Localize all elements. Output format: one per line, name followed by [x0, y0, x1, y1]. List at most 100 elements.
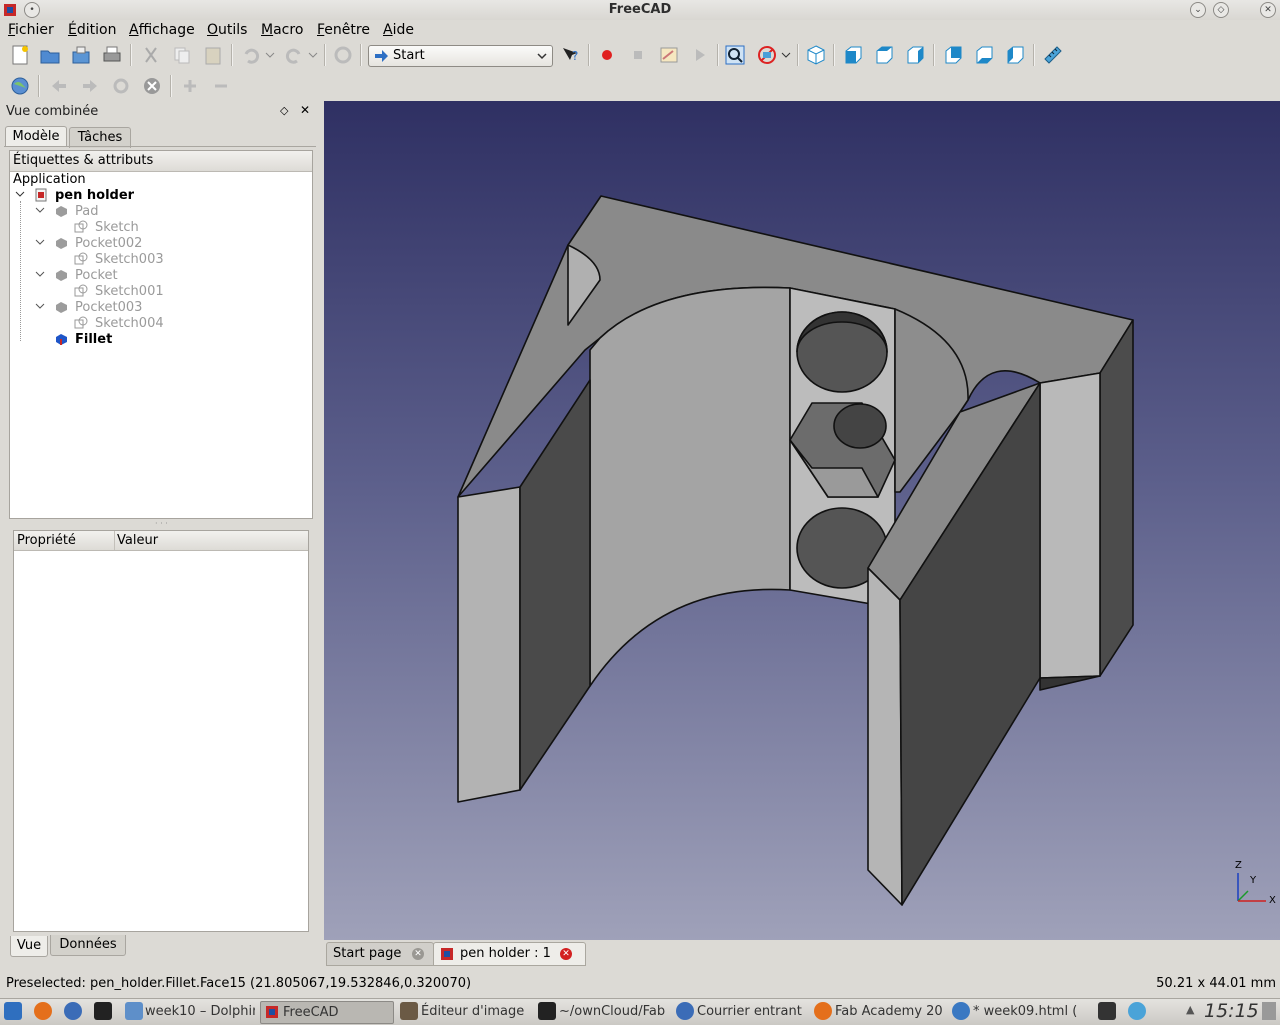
save-document-icon[interactable]	[70, 44, 92, 66]
tree-item-sketch004[interactable]: Sketch004	[95, 316, 164, 331]
close-tab-icon[interactable]: ✕	[412, 948, 424, 960]
tab-taches[interactable]: Tâches	[69, 127, 131, 148]
macro-edit-icon[interactable]	[658, 44, 680, 66]
tree-item-sketch001[interactable]: Sketch001	[95, 284, 164, 299]
open-document-icon[interactable]	[39, 44, 61, 66]
pen-holder-model[interactable]	[324, 101, 1280, 940]
toolbar-separator	[324, 44, 326, 66]
splitter-handle[interactable]: · · ·	[155, 519, 168, 528]
3d-viewport[interactable]: Z Y X	[324, 101, 1280, 940]
collapse-toggle-icon[interactable]	[35, 205, 45, 215]
freecad-task-icon	[266, 1006, 278, 1018]
terminal-icon[interactable]	[94, 1002, 112, 1020]
task-freecad[interactable]: FreeCAD	[260, 1001, 394, 1024]
redo-icon[interactable]	[283, 44, 305, 66]
tree-item-sketch003[interactable]: Sketch003	[95, 252, 164, 267]
tab-donnees[interactable]: Données	[50, 935, 126, 956]
new-document-icon[interactable]	[9, 44, 31, 66]
tray-expand-icon[interactable]: ▲	[1186, 1003, 1194, 1016]
collapse-toggle-icon[interactable]	[35, 237, 45, 247]
toolbar-separator	[1033, 44, 1035, 66]
close-button[interactable]: ✕	[1260, 2, 1276, 18]
collapse-toggle-icon[interactable]	[35, 301, 45, 311]
task-mail[interactable]: Courrier entrant	[697, 1001, 805, 1022]
tree-document[interactable]: pen holder	[55, 188, 134, 203]
menu-fenetre[interactable]: Fenêtre	[317, 22, 370, 38]
draw-style-dropdown-icon[interactable]	[780, 44, 792, 66]
draw-style-icon[interactable]	[756, 44, 778, 66]
view-rear-icon[interactable]	[942, 44, 964, 66]
print-icon[interactable]	[101, 44, 123, 66]
tab-modele[interactable]: Modèle	[5, 126, 67, 147]
whats-this-icon[interactable]: ?	[560, 44, 582, 66]
desktop-grip-icon[interactable]	[1262, 1002, 1276, 1020]
float-panel-icon[interactable]: ◇	[280, 104, 288, 117]
web-refresh-icon[interactable]	[110, 75, 132, 97]
menu-edition[interactable]: Édition	[68, 22, 116, 38]
property-view[interactable]: Propriété Valeur	[13, 530, 309, 932]
menu-outils[interactable]: Outils	[207, 22, 247, 38]
view-bottom-icon[interactable]	[973, 44, 995, 66]
menu-affichage[interactable]: Affichage	[129, 22, 195, 38]
view-front-icon[interactable]	[842, 44, 864, 66]
minimize-button[interactable]: ⌄	[1190, 2, 1206, 18]
console-tray-icon[interactable]	[1098, 1002, 1116, 1020]
clock[interactable]: 15:15	[1204, 1000, 1259, 1022]
toolbar-separator	[717, 44, 719, 66]
tab-pen-holder[interactable]: pen holder : 1 ✕	[433, 942, 586, 966]
undo-icon[interactable]	[240, 44, 262, 66]
task-image-editor[interactable]: Éditeur d'image	[421, 1001, 529, 1022]
collapse-toggle-icon[interactable]	[35, 269, 45, 279]
axis-z-label: Z	[1235, 860, 1242, 871]
thunderbird-icon[interactable]	[64, 1002, 82, 1020]
close-tab-icon[interactable]: ✕	[560, 948, 572, 960]
undo-dropdown-icon[interactable]	[264, 44, 276, 66]
refresh-icon[interactable]	[332, 44, 354, 66]
web-forward-icon[interactable]	[79, 75, 101, 97]
web-back-icon[interactable]	[48, 75, 70, 97]
macro-play-icon[interactable]	[689, 44, 711, 66]
view-isometric-icon[interactable]	[805, 44, 827, 66]
tab-vue[interactable]: Vue	[10, 936, 48, 957]
collapse-toggle-icon[interactable]	[15, 189, 25, 199]
tab-start-page[interactable]: Start page ✕	[326, 942, 434, 966]
task-fab-academy[interactable]: Fab Academy 20	[835, 1001, 943, 1022]
view-right-icon[interactable]	[904, 44, 926, 66]
tree-item-sketch[interactable]: Sketch	[95, 220, 139, 235]
macro-record-icon[interactable]	[596, 44, 618, 66]
chevron-down-icon	[537, 53, 547, 60]
tree-item-pad[interactable]: Pad	[75, 204, 98, 219]
web-home-icon[interactable]	[9, 75, 31, 97]
copy-icon[interactable]	[171, 44, 193, 66]
zoom-in-icon[interactable]	[179, 75, 201, 97]
measure-distance-icon[interactable]	[1042, 44, 1064, 66]
tree-item-pocket[interactable]: Pocket	[75, 268, 118, 283]
model-tree[interactable]: Étiquettes & attributs Application pen h…	[9, 150, 313, 519]
task-dolphin[interactable]: week10 – Dolphin	[145, 1001, 255, 1022]
task-week09[interactable]: * week09.html (	[973, 1001, 1081, 1022]
zoom-out-icon[interactable]	[210, 75, 232, 97]
view-left-icon[interactable]	[1004, 44, 1026, 66]
maximize-button[interactable]: ◇	[1213, 2, 1229, 18]
kde-menu-icon[interactable]	[4, 1002, 22, 1020]
paste-icon[interactable]	[202, 44, 224, 66]
tree-item-pocket003[interactable]: Pocket003	[75, 300, 142, 315]
redo-dropdown-icon[interactable]	[307, 44, 319, 66]
task-owncloud[interactable]: ~/ownCloud/Fab	[559, 1001, 667, 1022]
menu-aide[interactable]: Aide	[383, 22, 414, 38]
cut-icon[interactable]	[140, 44, 162, 66]
fit-all-icon[interactable]	[724, 44, 746, 66]
macro-stop-icon[interactable]	[627, 44, 649, 66]
tree-root-application[interactable]: Application	[13, 172, 86, 187]
menu-macro[interactable]: Macro	[261, 22, 303, 38]
menu-fichier[interactable]: Fichier	[8, 22, 54, 38]
column-property: Propriété	[17, 533, 76, 548]
tree-item-fillet[interactable]: Fillet	[75, 332, 112, 347]
web-stop-icon[interactable]	[141, 75, 163, 97]
close-panel-icon[interactable]: ✕	[300, 103, 310, 117]
firefox-icon[interactable]	[34, 1002, 52, 1020]
workbench-selector[interactable]: Start	[368, 45, 553, 67]
view-top-icon[interactable]	[873, 44, 895, 66]
tree-item-pocket002[interactable]: Pocket002	[75, 236, 142, 251]
owncloud-tray-icon[interactable]	[1128, 1002, 1146, 1020]
